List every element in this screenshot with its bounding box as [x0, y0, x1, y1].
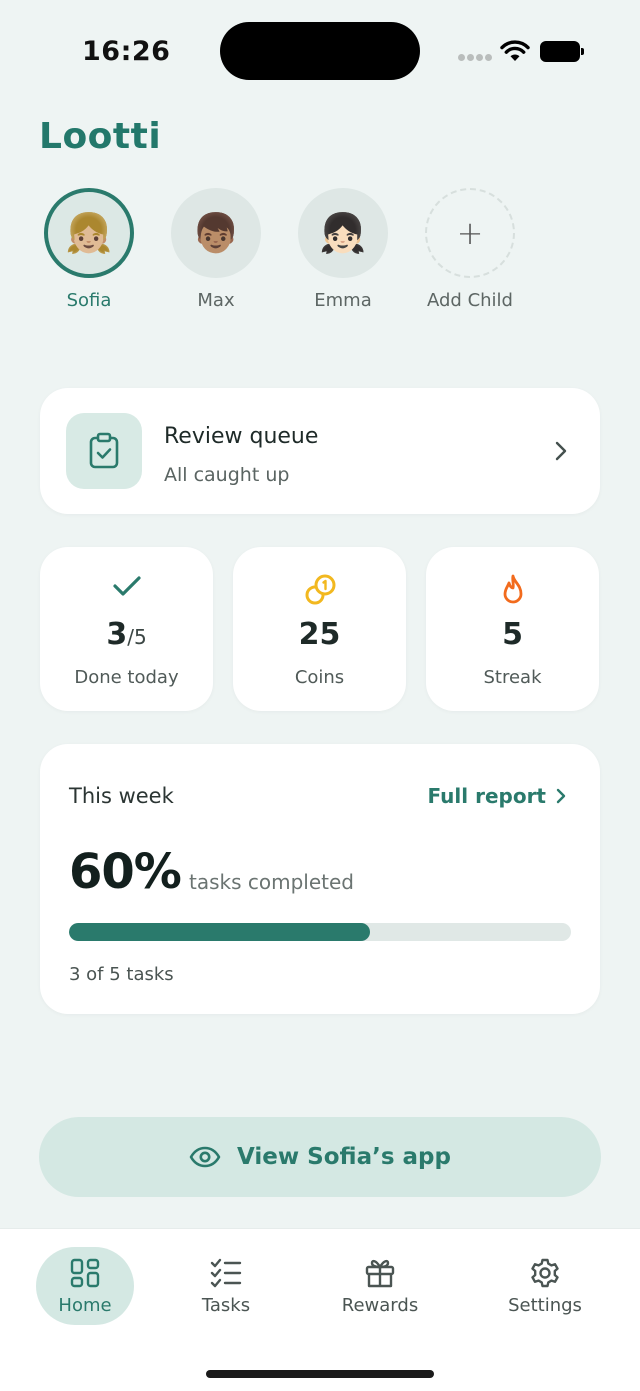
- tab-label: Rewards: [341, 1295, 419, 1316]
- flame-icon: [426, 573, 599, 607]
- gift-icon: [325, 1253, 435, 1293]
- progress-fill: [69, 923, 371, 941]
- add-child-button[interactable]: + Add Child: [415, 188, 525, 311]
- streak-label: Streak: [483, 667, 542, 688]
- coins-label: Coins: [294, 667, 345, 688]
- full-report-link[interactable]: Full report: [428, 784, 567, 808]
- tab-rewards[interactable]: Rewards: [325, 1247, 435, 1325]
- streak-value: 5: [502, 617, 523, 652]
- completion-percent: 60%: [69, 844, 182, 900]
- tasks-count: 3 of 5 tasks: [69, 964, 174, 985]
- checkmark-icon: [40, 573, 213, 607]
- child-name: Sofia: [66, 290, 112, 311]
- child-name: Emma: [314, 290, 372, 311]
- child-avatar-sofia: 👧🏼: [44, 188, 134, 278]
- chevron-right-icon: [555, 441, 567, 461]
- view-app-label: View Sofia’s app: [237, 1144, 451, 1170]
- child-sofia[interactable]: 👧🏼 Sofia: [34, 188, 144, 311]
- tab-label: Settings: [508, 1295, 582, 1316]
- tab-bar: Home Tasks Rewards Settings: [0, 1228, 640, 1391]
- progress-bar: [69, 923, 571, 941]
- chevron-right-icon: [556, 788, 566, 804]
- status-time: 16:26: [82, 36, 171, 67]
- tab-home[interactable]: Home: [36, 1247, 134, 1325]
- tab-label: Home: [58, 1295, 112, 1316]
- week-title: This week: [69, 784, 174, 808]
- stat-done-today: 3/5 Done today: [40, 547, 213, 711]
- eye-icon: [189, 1146, 221, 1168]
- child-name: Max: [197, 290, 235, 311]
- tab-label: Tasks: [201, 1295, 251, 1316]
- status-bar: 16:26: [0, 0, 640, 100]
- stat-coins: 25 Coins: [233, 547, 406, 711]
- app-title: Lootti: [39, 116, 162, 157]
- battery-icon: [540, 41, 584, 62]
- clipboard-check-icon: [66, 413, 142, 489]
- tab-tasks[interactable]: Tasks: [171, 1247, 281, 1325]
- home-indicator: [206, 1370, 434, 1378]
- child-emma[interactable]: 👧🏻 Emma: [288, 188, 398, 311]
- coins-value: 25: [298, 617, 341, 652]
- view-child-app-button[interactable]: View Sofia’s app: [39, 1117, 601, 1197]
- review-status: All caught up: [164, 464, 290, 486]
- review-title: Review queue: [164, 424, 319, 449]
- child-avatar-emma: 👧🏻: [298, 188, 388, 278]
- done-value: 3/5: [106, 617, 147, 652]
- checklist-icon: [171, 1253, 281, 1293]
- done-total: /5: [127, 625, 147, 649]
- wifi-icon: [500, 40, 530, 61]
- grid-icon: [36, 1253, 134, 1293]
- child-max[interactable]: 👦🏽 Max: [161, 188, 271, 311]
- coins-icon: [233, 573, 406, 607]
- child-avatar-max: 👦🏽: [171, 188, 261, 278]
- review-queue-card[interactable]: Review queue All caught up: [40, 388, 600, 514]
- full-report-label: Full report: [427, 784, 547, 808]
- done-label: Done today: [74, 667, 179, 688]
- tab-settings[interactable]: Settings: [490, 1247, 600, 1325]
- add-child-label: Add Child: [427, 290, 513, 311]
- stat-streak: 5 Streak: [426, 547, 599, 711]
- cellular-signal-icon: [458, 54, 492, 62]
- completion-label: tasks completed: [189, 870, 354, 894]
- dynamic-island: [220, 22, 420, 80]
- gear-icon: [490, 1253, 600, 1293]
- weekly-summary-card: This week Full report 60% tasks complete…: [40, 744, 600, 1014]
- plus-icon: +: [425, 188, 515, 278]
